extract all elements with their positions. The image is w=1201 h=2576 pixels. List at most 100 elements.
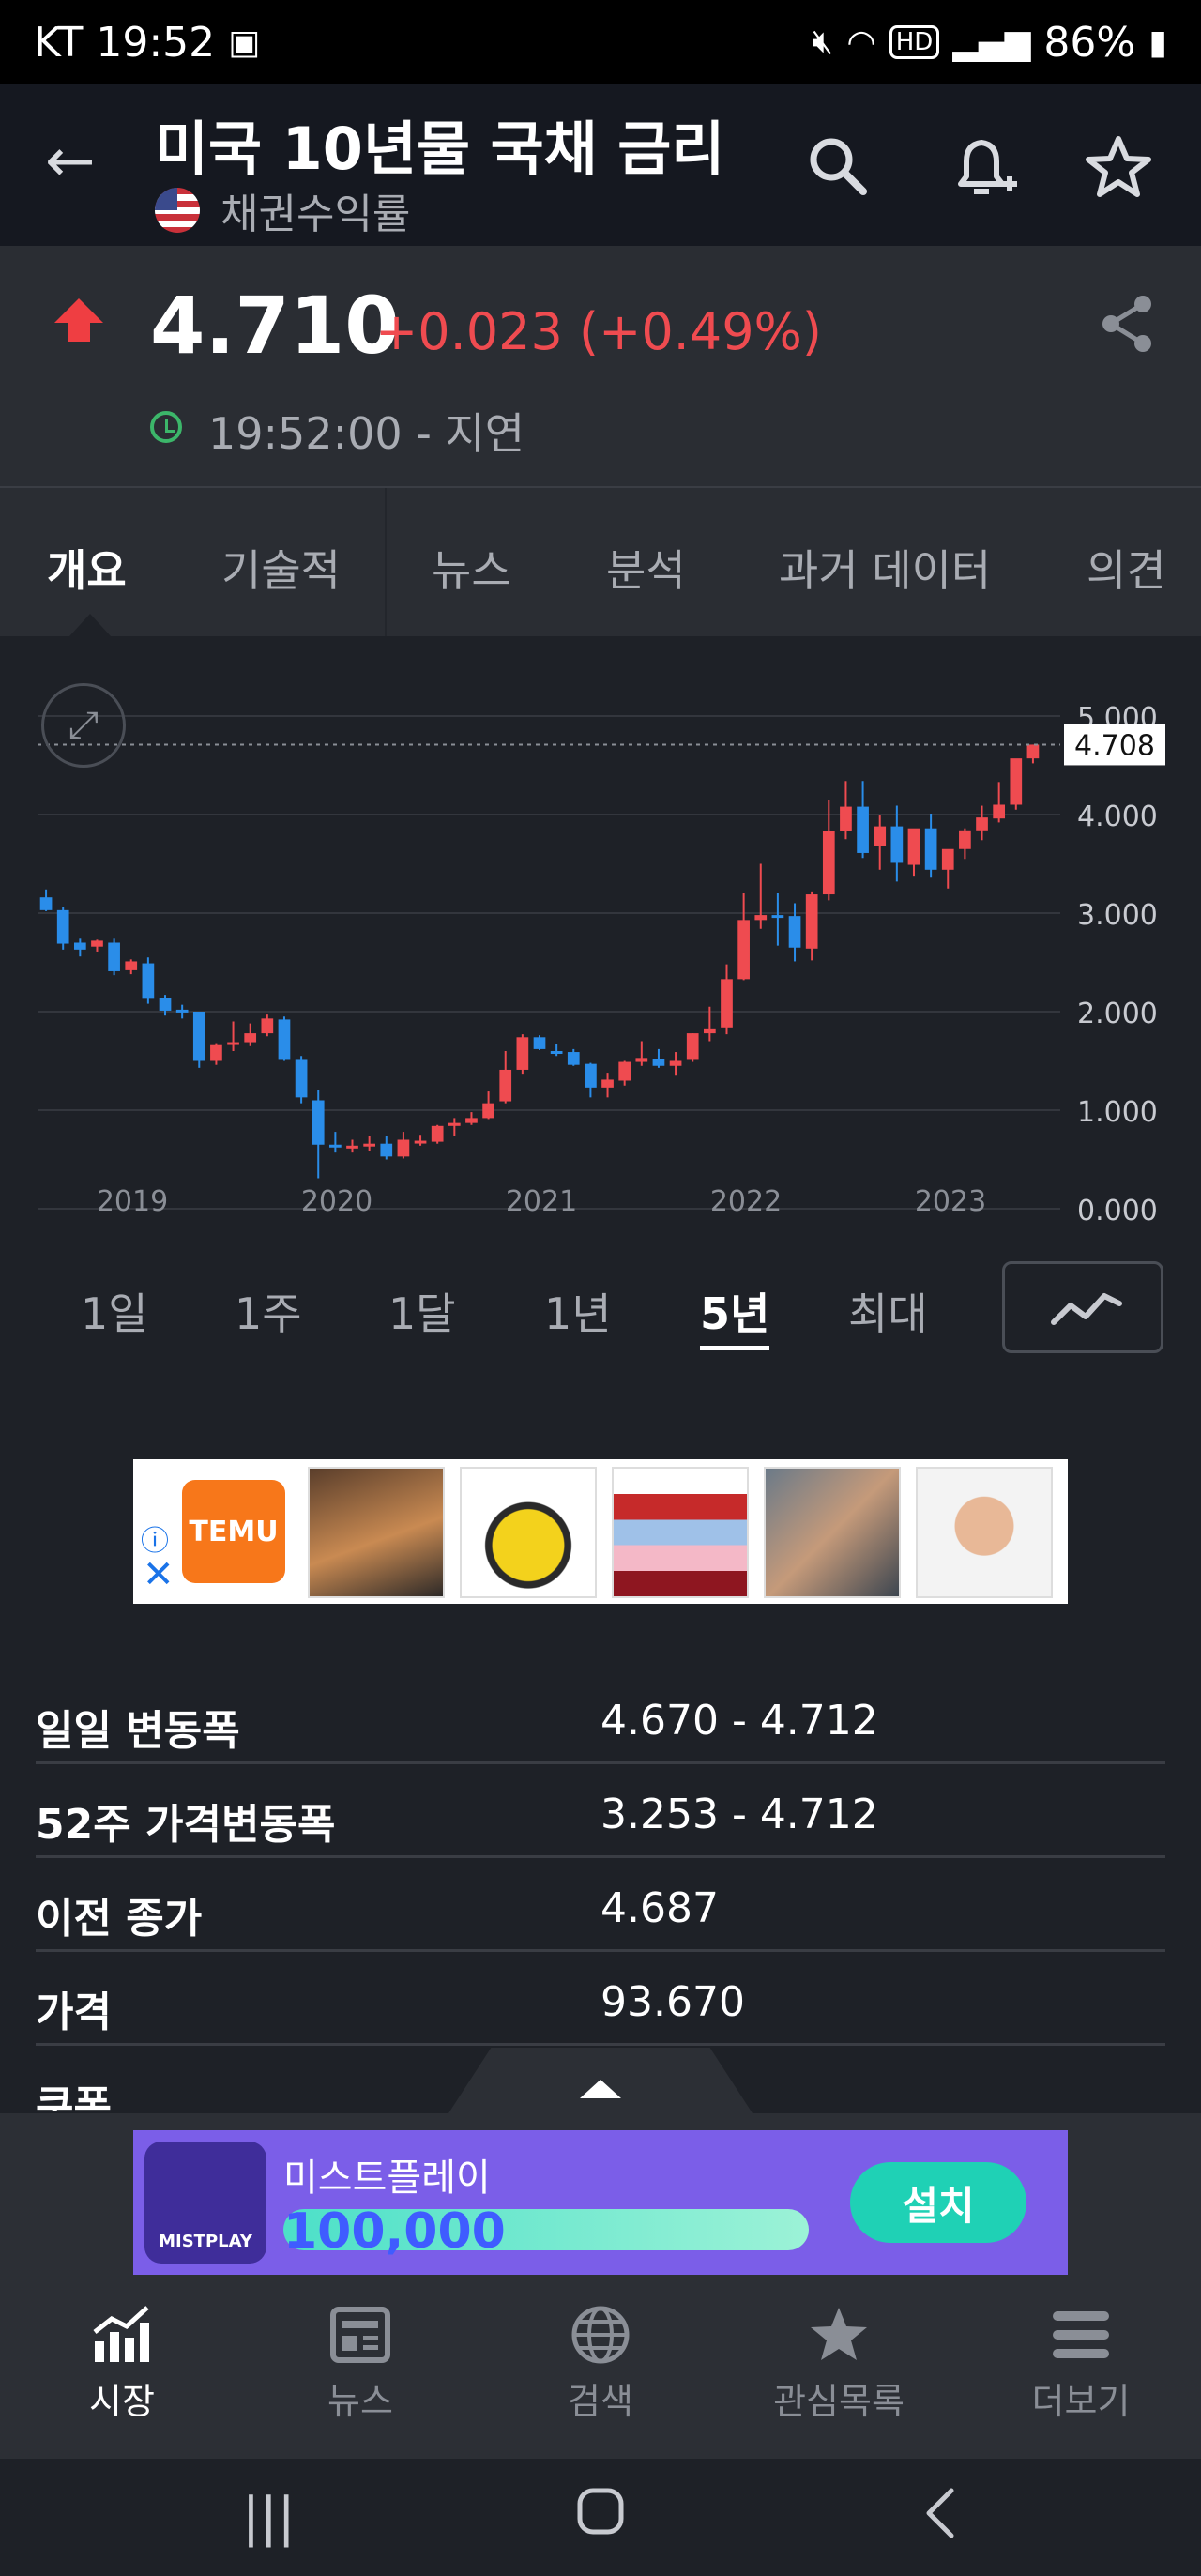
signal-icon: ▂▄▆ [952, 23, 1031, 62]
tab-technical[interactable]: 기술적 [221, 537, 341, 599]
candle-body [414, 1140, 427, 1144]
range-1d[interactable]: 1일 [81, 1280, 148, 1342]
chart-type-toggle[interactable] [1002, 1261, 1163, 1353]
section-tabs: 개요 기술적 뉴스 분석 과거 데이터 의견 [0, 488, 1201, 636]
tab-comments[interactable]: 의견 [1087, 537, 1166, 599]
candle-body [805, 894, 818, 949]
candle-body [941, 848, 954, 870]
line-chart-icon [1051, 1293, 1122, 1325]
nav-label: 시장 [89, 2381, 155, 2422]
candle-body [431, 1125, 444, 1142]
temu-ad-banner[interactable]: ⓘ ✕ TEMU [133, 1459, 1068, 1604]
candle-body [227, 1042, 239, 1045]
candle-body [312, 1100, 325, 1145]
candle-body [346, 1145, 358, 1149]
system-navigation-bar: ||| [0, 2459, 1201, 2576]
wifi-icon: ◠ [846, 23, 876, 62]
globe-search-icon [525, 2297, 676, 2367]
candle-body [567, 1052, 580, 1065]
candle-body [976, 817, 988, 831]
battery-percent: 86% [1043, 18, 1136, 67]
candle-body [39, 897, 53, 910]
mute-icon: 🔇︎ [812, 23, 834, 61]
y-tick-label: 4.000 [1077, 800, 1158, 833]
nav-search[interactable]: 검색 [525, 2297, 676, 2424]
carrier-label: KT [34, 18, 84, 67]
nav-label: 관심목록 [773, 2381, 905, 2422]
range-1m[interactable]: 1달 [388, 1280, 456, 1342]
range-5y[interactable]: 5년 [700, 1280, 770, 1350]
candle-body [295, 1059, 308, 1098]
candle-body [669, 1060, 682, 1066]
nav-label: 더보기 [1031, 2381, 1131, 2422]
mistplay-ad-banner[interactable]: MISTPLAY 미스트플레이 100,000 설치 [133, 2130, 1068, 2275]
tab-news[interactable]: 뉴스 [432, 537, 511, 599]
tab-historical-data[interactable]: 과거 데이터 [779, 537, 991, 599]
nav-watchlist[interactable]: 관심목록 [764, 2297, 914, 2424]
ad-amount: 100,000 [283, 2203, 506, 2260]
candle-body [465, 1118, 478, 1123]
ad-product-image [460, 1467, 597, 1598]
install-button[interactable]: 설치 [850, 2162, 1026, 2243]
stat-label: 52주 가격변동폭 [36, 1801, 336, 1849]
last-price: 4.710 [150, 280, 400, 372]
current-price-label: 4.708 [1074, 729, 1155, 762]
share-icon[interactable] [1098, 293, 1156, 369]
candle-body [108, 942, 120, 971]
watchlist-star-icon [764, 2297, 914, 2367]
key-stats-table: 일일 변동폭 4.670 - 4.712 52주 가격변동폭 3.253 - 4… [36, 1670, 1165, 2111]
candle-body [704, 1028, 716, 1034]
nav-label: 뉴스 [327, 2381, 393, 2422]
back-arrow-icon[interactable]: ← [45, 131, 96, 191]
search-icon[interactable] [805, 133, 871, 208]
nav-more[interactable]: 더보기 [1006, 2297, 1156, 2424]
recent-apps-icon[interactable]: ||| [242, 2487, 296, 2548]
candle-body [618, 1061, 631, 1081]
candle-body [261, 1018, 274, 1034]
ad-product-image [612, 1467, 749, 1598]
stat-row: 이전 종가 4.687 [36, 1858, 1165, 1952]
candle-body [788, 916, 801, 948]
back-nav-icon[interactable] [921, 2487, 959, 2553]
expand-chart-icon[interactable]: ⤢ [41, 683, 126, 768]
nav-market[interactable]: 시장 [47, 2297, 197, 2424]
tab-divider [385, 488, 387, 636]
stat-label: 일일 변동폭 [36, 1707, 240, 1755]
star-icon[interactable] [1085, 133, 1152, 210]
range-1y[interactable]: 1년 [544, 1280, 612, 1342]
instrument-category: 채권수익률 [155, 180, 410, 240]
candle-body [380, 1143, 393, 1157]
nav-news[interactable]: 뉴스 [285, 2297, 435, 2424]
up-arrow-icon [54, 298, 103, 342]
page-title: 미국 10년물 국채 금리 [155, 114, 725, 183]
instrument-header: ← 미국 10년물 국채 금리 채권수익률 [0, 84, 1201, 246]
stat-row: 52주 가격변동폭 3.253 - 4.712 [36, 1764, 1165, 1858]
image-icon: ▣ [228, 23, 261, 62]
temu-logo: TEMU [182, 1480, 285, 1583]
y-tick-label: 3.000 [1077, 899, 1158, 932]
candle-body [585, 1063, 597, 1088]
stat-label: 가격 [36, 1989, 112, 2036]
candle-body [924, 828, 937, 870]
status-bar: KT 19:52 ▣ 🔇︎ ◠ HD ▂▄▆ 86% ▮ [0, 0, 1201, 84]
candle-body [159, 998, 172, 1011]
candle-body [601, 1079, 614, 1088]
ad-close-icon[interactable]: ✕ [143, 1553, 175, 1596]
candle-body [125, 961, 138, 970]
home-icon[interactable] [576, 2487, 625, 2549]
news-icon [285, 2297, 435, 2367]
tab-overview[interactable]: 개요 [47, 537, 127, 599]
range-max[interactable]: 최대 [848, 1280, 928, 1342]
add-alert-icon[interactable] [948, 133, 1019, 214]
tab-analysis[interactable]: 분석 [606, 537, 686, 599]
candle-body [192, 1012, 205, 1061]
range-1w[interactable]: 1주 [235, 1280, 302, 1342]
x-tick-label: 2022 [710, 1185, 782, 1218]
candle-body [278, 1019, 291, 1060]
x-tick-label: 2023 [915, 1185, 986, 1218]
chevron-up-icon[interactable] [580, 2080, 621, 2098]
candle-body [175, 1009, 189, 1013]
price-chart[interactable]: 0.000 1.000 2.000 3.000 4.000 5.000 2019 2020 20… [0, 636, 1201, 1246]
candle-body [874, 826, 887, 846]
x-tick-label: 2019 [97, 1185, 168, 1218]
